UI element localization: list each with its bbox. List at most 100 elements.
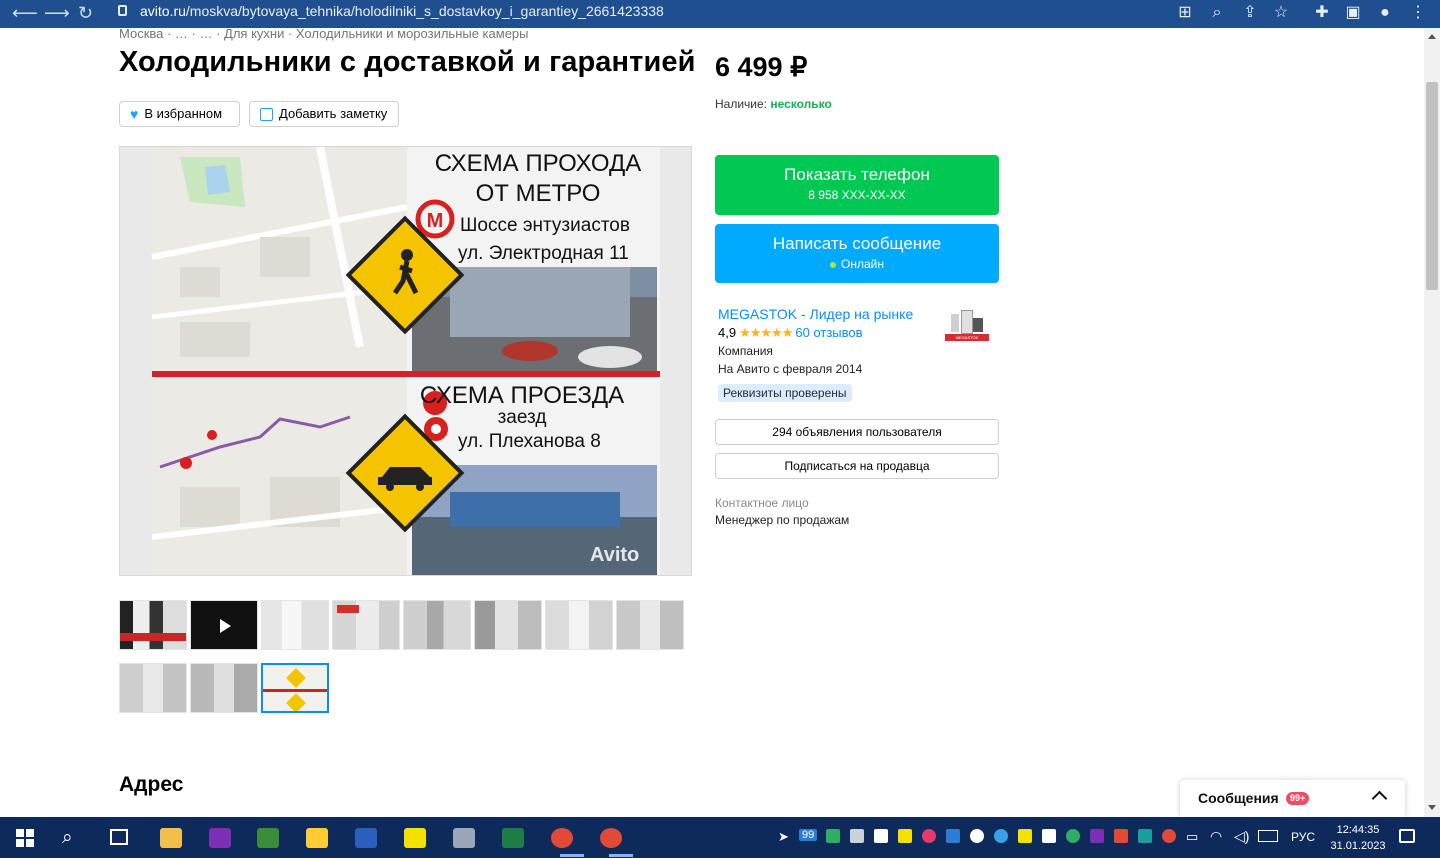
seller-rating: 4,9 ★★★★★ 60 отзывов <box>718 325 863 341</box>
seller-ads-button[interactable]: 294 объявления пользователя <box>715 419 999 445</box>
favorite-button[interactable]: ♥ В избранном <box>119 101 240 127</box>
active-app-indicator-2 <box>609 854 633 857</box>
phone-masked: 8 958 XXX-XX-XX <box>808 188 906 202</box>
svg-text:M: M <box>427 210 444 232</box>
notifications-icon[interactable] <box>1399 829 1415 843</box>
messages-panel[interactable]: Сообщения 99+ <box>1180 780 1405 817</box>
active-app-indicator <box>560 854 584 857</box>
tray-icon-9[interactable] <box>1042 829 1056 843</box>
excel-taskbar-icon[interactable] <box>502 828 524 848</box>
thumbnail-selected[interactable] <box>261 663 329 713</box>
word-taskbar-icon[interactable] <box>355 828 377 848</box>
availability: Наличие: несколько <box>715 97 832 111</box>
sticky-notes-taskbar-icon[interactable] <box>404 828 426 848</box>
onenote-taskbar-icon[interactable] <box>209 828 231 848</box>
seller-logo-text: MEGASTOK <box>955 335 979 340</box>
keyboard-icon[interactable] <box>1258 830 1278 842</box>
add-note-button[interactable]: Добавить заметку <box>249 101 399 127</box>
breadcrumb[interactable]: Москва · … · … · Для кухни · Холодильник… <box>119 28 529 41</box>
note-icon <box>260 107 273 121</box>
thumbnail[interactable] <box>332 600 400 650</box>
tray-icon-12[interactable] <box>1114 829 1128 843</box>
file-explorer-taskbar-icon[interactable] <box>160 828 182 848</box>
tray-icon-11[interactable] <box>1090 829 1104 843</box>
main-photo[interactable]: M СХЕМА ПРОХОДА ОТ МЕТРО Шоссе энтузиаст… <box>119 146 692 576</box>
tray-icon-5[interactable] <box>946 829 960 843</box>
thumbnail[interactable] <box>119 600 187 650</box>
task-view-icon[interactable] <box>110 829 128 845</box>
clock-date: 31.01.2023 <box>1330 840 1386 852</box>
thumbnail[interactable] <box>403 600 471 650</box>
show-phone-button[interactable]: Показать телефон 8 958 XXX-XX-XX <box>715 155 999 215</box>
bookmark-star-icon[interactable]: ☆ <box>1270 2 1292 24</box>
profile-icon[interactable]: ● <box>1374 2 1396 24</box>
browser-toolbar: ⟵ ⟶ ↻ avito.ru/moskva/bytovaya_tehnika/h… <box>0 0 1440 28</box>
start-windows-icon[interactable] <box>16 829 34 847</box>
tray-icon-6[interactable] <box>970 829 984 843</box>
telegram-tray-icon[interactable]: ➤ <box>778 829 789 845</box>
online-status: Онлайн <box>715 257 999 271</box>
messages-label: Сообщения <box>1198 790 1279 806</box>
folder-taskbar-icon[interactable] <box>306 828 328 848</box>
reload-icon[interactable]: ↻ <box>78 1 93 25</box>
app-taskbar-icon-2[interactable] <box>453 828 475 848</box>
security-tray-icon[interactable] <box>826 829 840 843</box>
seller-logo[interactable]: MEGASTOK <box>945 310 989 344</box>
search-icon[interactable]: ⌕ <box>62 827 73 849</box>
zoom-icon[interactable]: ⌕ <box>1206 2 1228 24</box>
translate-icon[interactable]: ⊞ <box>1174 2 1196 24</box>
tray-icon-3[interactable] <box>898 829 912 843</box>
thumbnail[interactable] <box>545 600 613 650</box>
clock[interactable]: 12:44:35 31.01.2023 <box>1328 822 1388 854</box>
availability-label: Наличие: <box>715 97 768 111</box>
battery-icon[interactable]: ▭ <box>1186 829 1198 845</box>
scroll-up-icon[interactable] <box>1428 34 1436 39</box>
image-watermark: Avito <box>590 544 639 566</box>
tray-icon-13[interactable] <box>1138 829 1152 843</box>
tray-icon[interactable] <box>850 829 864 843</box>
thumbnail[interactable] <box>474 600 542 650</box>
thumbnail[interactable] <box>119 663 187 713</box>
volume-icon[interactable]: ◁) <box>1234 828 1249 845</box>
app-taskbar-icon[interactable] <box>257 828 279 848</box>
page: Москва · … · … · Для кухни · Холодильник… <box>0 28 1424 817</box>
thumbnail[interactable] <box>190 663 258 713</box>
tray-icon-14[interactable] <box>1162 829 1176 843</box>
write-message-button[interactable]: Написать сообщение Онлайн <box>715 224 999 283</box>
menu-icon[interactable]: ⋮ <box>1407 2 1429 24</box>
address-bar[interactable]: avito.ru/moskva/bytovaya_tehnika/holodil… <box>140 0 664 24</box>
favorite-label: В избранном <box>144 106 223 121</box>
extensions-icon[interactable]: ✚ <box>1311 2 1333 24</box>
image-top-title-1: СХЕМА ПРОХОДА <box>435 150 642 177</box>
chevron-up-icon[interactable] <box>1371 790 1388 807</box>
tray-icon-7[interactable] <box>994 829 1008 843</box>
thumbnail[interactable] <box>616 600 684 650</box>
seller-name-link[interactable]: MEGASTOK - Лидер на рынке <box>718 306 913 322</box>
thumbnail[interactable] <box>261 600 329 650</box>
add-note-label: Добавить заметку <box>279 106 388 121</box>
tray-badge[interactable]: 99 <box>799 829 818 841</box>
subscribe-seller-button[interactable]: Подписаться на продавца <box>715 453 999 479</box>
online-dot-icon <box>830 262 837 268</box>
page-title: Холодильники с доставкой и гарантией <box>119 46 696 78</box>
scroll-down-icon[interactable] <box>1428 805 1436 810</box>
forward-icon[interactable]: ⟶ <box>44 1 70 25</box>
sidepanel-icon[interactable]: ▣ <box>1342 2 1364 24</box>
image-street-2: ул. Плеханова 8 <box>458 431 601 452</box>
video-thumbnail[interactable] <box>190 600 258 650</box>
back-icon[interactable]: ⟵ <box>12 1 38 25</box>
reviews-link[interactable]: 60 отзывов <box>795 325 862 340</box>
tray-icon-10[interactable] <box>1066 829 1080 843</box>
tray-icon-8[interactable] <box>1018 829 1032 843</box>
chrome-taskbar-icon-2[interactable] <box>600 828 622 848</box>
wifi-icon[interactable]: ◠ <box>1210 828 1222 845</box>
price: 6 499 ₽ <box>715 52 808 82</box>
chrome-taskbar-icon[interactable] <box>551 828 573 848</box>
share-icon[interactable]: ⇪ <box>1239 2 1261 24</box>
scrollbar-thumb[interactable] <box>1426 82 1438 290</box>
language-indicator[interactable]: РУС <box>1291 830 1315 844</box>
messages-count-badge: 99+ <box>1286 792 1310 805</box>
image-street-1: ул. Электродная 11 <box>458 243 629 264</box>
tray-icon-2[interactable] <box>874 829 888 843</box>
tray-icon-4[interactable] <box>922 829 936 843</box>
